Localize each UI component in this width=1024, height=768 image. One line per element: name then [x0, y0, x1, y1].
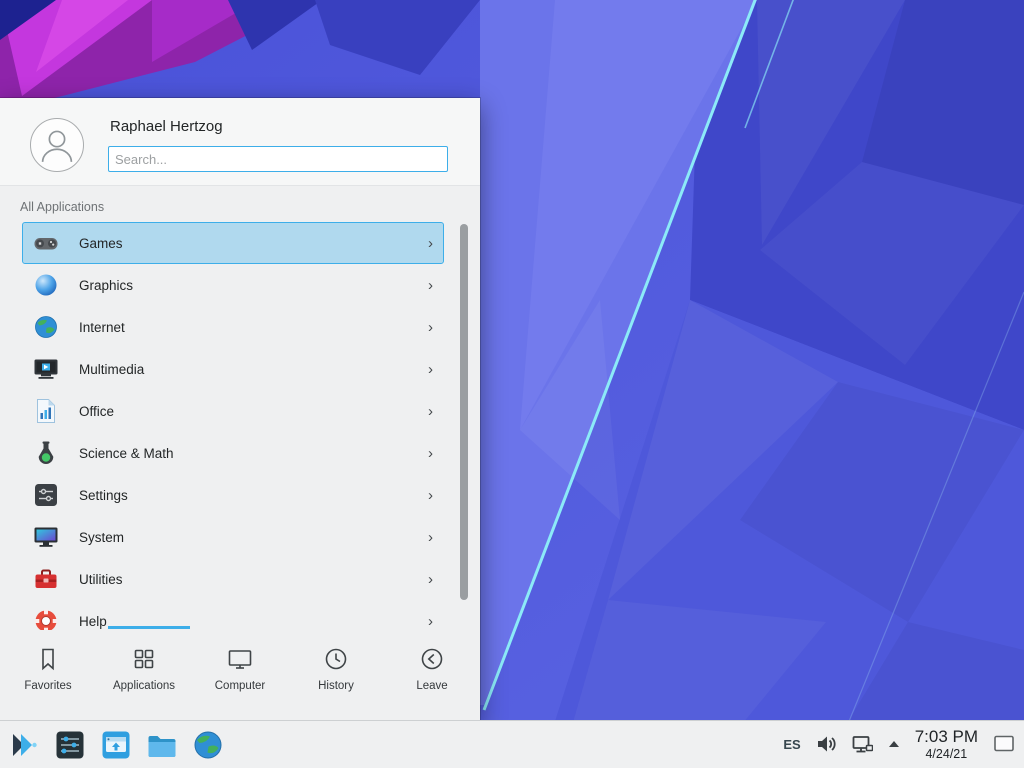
tab-label: Leave: [416, 680, 447, 692]
chevron-right-icon: ›: [428, 614, 433, 629]
tab-label: Applications: [113, 680, 175, 692]
category-row-science-math[interactable]: Science & Math ›: [22, 432, 444, 474]
application-category-list: Games › Graphics ›: [0, 222, 480, 630]
chevron-right-icon: ›: [428, 530, 433, 545]
category-row-multimedia[interactable]: Multimedia ›: [22, 348, 444, 390]
clock-time: 7:03 PM: [915, 727, 978, 747]
category-row-settings[interactable]: Settings ›: [22, 474, 444, 516]
taskbar-launchers: [0, 729, 224, 761]
tab-label: Computer: [215, 680, 266, 692]
category-row-utilities[interactable]: Utilities ›: [22, 558, 444, 600]
chevron-right-icon: ›: [428, 404, 433, 419]
taskbar: ES: [0, 720, 1024, 768]
tab-label: Favorites: [24, 680, 71, 692]
tab-leave[interactable]: Leave: [384, 632, 480, 720]
search-input[interactable]: [108, 146, 448, 172]
tab-label: History: [318, 680, 354, 692]
category-label: Office: [79, 404, 428, 419]
user-name: Raphael Hertzog: [110, 118, 223, 135]
clock-date: 4/24/21: [915, 747, 978, 762]
system-tray: ES: [783, 727, 1024, 762]
chevron-right-icon: ›: [428, 488, 433, 503]
launcher-tab-bar: Favorites Applications Computer: [0, 632, 480, 720]
category-label: Utilities: [79, 572, 428, 587]
active-tab-indicator: [108, 626, 190, 629]
chevron-right-icon: ›: [428, 320, 433, 335]
category-label: Science & Math: [79, 446, 428, 461]
bookmark-icon: [34, 645, 62, 673]
leave-icon: [418, 645, 446, 673]
tab-applications[interactable]: Applications: [96, 632, 192, 720]
category-row-games[interactable]: Games ›: [22, 222, 444, 264]
category-label: Multimedia: [79, 362, 428, 377]
category-row-graphics[interactable]: Graphics ›: [22, 264, 444, 306]
chevron-right-icon: ›: [428, 362, 433, 377]
category-label: System: [79, 530, 428, 545]
application-launcher-menu: Raphael Hertzog All Applications Games: [0, 98, 480, 720]
flask-icon: [33, 440, 59, 466]
chevron-right-icon: ›: [428, 572, 433, 587]
category-row-help[interactable]: Help ›: [22, 600, 444, 630]
sliders-icon: [33, 482, 59, 508]
category-label: Games: [79, 236, 428, 251]
category-label: Settings: [79, 488, 428, 503]
category-row-system[interactable]: System ›: [22, 516, 444, 558]
monitor-play-icon: [33, 356, 59, 382]
keyboard-layout-indicator[interactable]: ES: [783, 737, 800, 752]
launcher-header: Raphael Hertzog: [0, 98, 480, 186]
monitor-icon: [33, 524, 59, 550]
web-browser-globe-icon[interactable]: [192, 729, 224, 761]
section-label-all-applications: All Applications: [20, 200, 104, 214]
category-row-office[interactable]: Office ›: [22, 390, 444, 432]
category-label: Graphics: [79, 278, 428, 293]
tab-history[interactable]: History: [288, 632, 384, 720]
sphere-icon: [33, 272, 59, 298]
globe-icon: [33, 314, 59, 340]
tray-expander-arrow-icon[interactable]: [887, 737, 901, 751]
app-launcher-button[interactable]: [8, 729, 40, 761]
volume-icon[interactable]: [815, 733, 837, 755]
tab-computer[interactable]: Computer: [192, 632, 288, 720]
software-center-icon[interactable]: [100, 729, 132, 761]
category-label: Internet: [79, 320, 428, 335]
toolbox-icon: [33, 566, 59, 592]
computer-icon: [226, 645, 254, 673]
list-scrollbar[interactable]: [460, 224, 468, 600]
chevron-right-icon: ›: [428, 236, 433, 251]
digital-clock[interactable]: 7:03 PM 4/24/21: [915, 727, 978, 762]
desktop: Raphael Hertzog All Applications Games: [0, 0, 1024, 768]
category-row-internet[interactable]: Internet ›: [22, 306, 444, 348]
tab-favorites[interactable]: Favorites: [0, 632, 96, 720]
chevron-right-icon: ›: [428, 278, 433, 293]
grid-icon: [130, 645, 158, 673]
lifebuoy-icon: [33, 608, 59, 630]
system-settings-icon[interactable]: [54, 729, 86, 761]
show-desktop-button[interactable]: [992, 732, 1016, 756]
file-manager-folder-icon[interactable]: [146, 729, 178, 761]
user-avatar[interactable]: [30, 118, 84, 172]
clock-icon: [322, 645, 350, 673]
network-icon[interactable]: [851, 733, 873, 755]
chevron-right-icon: ›: [428, 446, 433, 461]
document-chart-icon: [33, 398, 59, 424]
gamepad-icon: [33, 230, 59, 256]
